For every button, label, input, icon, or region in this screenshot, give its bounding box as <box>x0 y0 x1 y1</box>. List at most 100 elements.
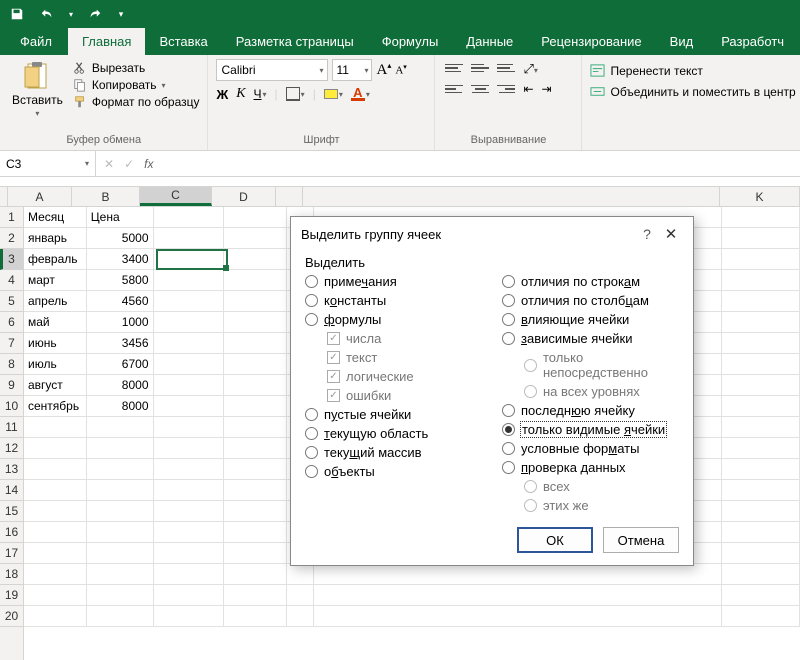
cell[interactable]: май <box>24 312 87 333</box>
cell[interactable] <box>87 501 154 522</box>
cell[interactable] <box>24 459 87 480</box>
enter-formula-icon[interactable]: ✓ <box>124 157 134 171</box>
cell[interactable] <box>224 417 287 438</box>
cell[interactable] <box>722 438 800 459</box>
cell[interactable] <box>87 480 154 501</box>
row-header-8[interactable]: 8 <box>0 354 23 375</box>
radio-formulas[interactable]: формулы <box>305 312 482 327</box>
radio-precedents[interactable]: влияющие ячейки <box>502 312 679 327</box>
align-right-icon[interactable] <box>497 82 515 96</box>
cell[interactable]: 8000 <box>87 375 154 396</box>
radio-dependents[interactable]: зависимые ячейки <box>502 331 679 346</box>
radio-visible-only[interactable]: только видимые ячейки <box>502 422 679 437</box>
cell[interactable] <box>87 585 154 606</box>
col-header-b[interactable]: B <box>72 187 140 206</box>
row-header-20[interactable]: 20 <box>0 606 23 627</box>
cell[interactable] <box>224 312 287 333</box>
cell[interactable]: март <box>24 270 87 291</box>
cell[interactable] <box>24 585 87 606</box>
cell[interactable] <box>314 585 722 606</box>
underline-button[interactable]: Ч <box>254 87 262 101</box>
cell[interactable] <box>154 543 225 564</box>
cell[interactable] <box>154 249 225 270</box>
cell[interactable] <box>24 606 87 627</box>
cell[interactable]: август <box>24 375 87 396</box>
font-size-combo[interactable]: 11▾ <box>332 59 372 81</box>
cell[interactable] <box>287 564 314 585</box>
radio-current-array[interactable]: текущий массив <box>305 445 482 460</box>
cell[interactable] <box>154 333 225 354</box>
qat-customize-icon[interactable]: ▾ <box>114 3 128 25</box>
cell[interactable] <box>154 480 225 501</box>
cell[interactable] <box>154 417 225 438</box>
cell[interactable] <box>722 585 800 606</box>
cell[interactable] <box>87 438 154 459</box>
cell[interactable] <box>154 606 225 627</box>
border-button[interactable]: ▾ <box>286 87 305 101</box>
cell[interactable] <box>24 564 87 585</box>
cell[interactable]: Месяц <box>24 207 87 228</box>
row-header-10[interactable]: 10 <box>0 396 23 417</box>
cell[interactable] <box>224 396 287 417</box>
cell[interactable]: 5000 <box>87 228 154 249</box>
dialog-help-icon[interactable]: ? <box>635 226 659 242</box>
format-painter-button[interactable]: Формат по образцу <box>73 95 200 109</box>
grow-font-icon[interactable]: A▴ <box>376 61 391 79</box>
cell[interactable] <box>224 291 287 312</box>
cell[interactable] <box>24 438 87 459</box>
cell[interactable] <box>224 480 287 501</box>
align-left-icon[interactable] <box>445 82 463 96</box>
font-color-button[interactable]: A▾ <box>351 88 370 101</box>
cell[interactable] <box>722 522 800 543</box>
cell[interactable] <box>224 354 287 375</box>
cell[interactable] <box>722 354 800 375</box>
cell[interactable] <box>722 480 800 501</box>
undo-icon[interactable] <box>36 3 58 25</box>
row-header-1[interactable]: 1 <box>0 207 23 228</box>
cell[interactable] <box>154 375 225 396</box>
italic-button[interactable]: К <box>236 86 245 102</box>
cell[interactable]: апрель <box>24 291 87 312</box>
row-header-7[interactable]: 7 <box>0 333 23 354</box>
row-header-5[interactable]: 5 <box>0 291 23 312</box>
row-header-18[interactable]: 18 <box>0 564 23 585</box>
col-header-c[interactable]: C <box>140 187 212 206</box>
cell[interactable] <box>722 249 800 270</box>
row-header-2[interactable]: 2 <box>0 228 23 249</box>
cut-button[interactable]: Вырезать <box>73 61 200 75</box>
cell[interactable]: январь <box>24 228 87 249</box>
row-header-9[interactable]: 9 <box>0 375 23 396</box>
fill-color-button[interactable]: ▾ <box>324 89 343 99</box>
tab-view[interactable]: Вид <box>656 28 708 55</box>
cell[interactable] <box>87 564 154 585</box>
row-header-19[interactable]: 19 <box>0 585 23 606</box>
radio-row-diffs[interactable]: отличия по строкам <box>502 274 679 289</box>
cell[interactable] <box>224 249 287 270</box>
cell[interactable] <box>154 522 225 543</box>
cell[interactable] <box>24 501 87 522</box>
row-header-15[interactable]: 15 <box>0 501 23 522</box>
cell[interactable] <box>224 501 287 522</box>
wrap-text-button[interactable]: Перенести текст <box>590 63 800 78</box>
redo-icon[interactable] <box>84 3 106 25</box>
cell[interactable] <box>722 333 800 354</box>
row-header-14[interactable]: 14 <box>0 480 23 501</box>
cell[interactable] <box>224 270 287 291</box>
cell[interactable] <box>722 396 800 417</box>
radio-objects[interactable]: объекты <box>305 464 482 479</box>
tab-formulas[interactable]: Формулы <box>368 28 453 55</box>
cell[interactable] <box>722 606 800 627</box>
shrink-font-icon[interactable]: A▾ <box>395 63 406 77</box>
radio-cond-formats[interactable]: условные форматы <box>502 441 679 456</box>
tab-layout[interactable]: Разметка страницы <box>222 28 368 55</box>
cell[interactable] <box>722 291 800 312</box>
cell[interactable] <box>154 564 225 585</box>
cell[interactable] <box>87 606 154 627</box>
cell[interactable] <box>154 207 225 228</box>
align-bottom-icon[interactable] <box>497 61 515 75</box>
row-header-11[interactable]: 11 <box>0 417 23 438</box>
radio-data-validation[interactable]: проверка данных <box>502 460 679 475</box>
cell[interactable] <box>722 564 800 585</box>
cell[interactable] <box>224 438 287 459</box>
cell[interactable] <box>154 585 225 606</box>
